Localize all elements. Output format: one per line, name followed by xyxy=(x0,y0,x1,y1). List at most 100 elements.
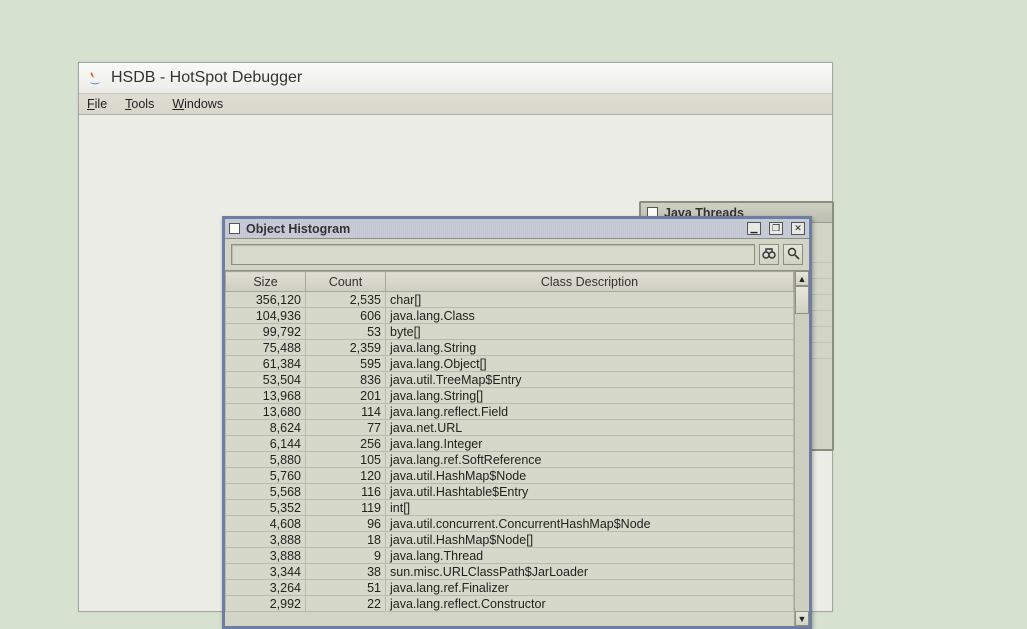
menubar: File Tools Windows xyxy=(79,93,832,115)
cell-count: 256 xyxy=(306,436,386,452)
table-row[interactable]: 13,680114java.lang.reflect.Field xyxy=(226,404,794,420)
cell-desc: java.lang.reflect.Field xyxy=(386,404,794,420)
cell-size: 3,888 xyxy=(226,548,306,564)
cell-desc: java.util.concurrent.ConcurrentHashMap$N… xyxy=(386,516,794,532)
cell-size: 13,968 xyxy=(226,388,306,404)
cell-count: 53 xyxy=(306,324,386,340)
cell-count: 105 xyxy=(306,452,386,468)
close-button[interactable]: ✕ xyxy=(791,222,805,235)
cell-count: 2,359 xyxy=(306,340,386,356)
search-bar xyxy=(225,239,809,270)
table-row[interactable]: 8,62477java.net.URL xyxy=(226,420,794,436)
cell-desc: java.lang.Integer xyxy=(386,436,794,452)
table-row[interactable]: 6,144256java.lang.Integer xyxy=(226,436,794,452)
cell-count: 606 xyxy=(306,308,386,324)
table-row[interactable]: 99,79253byte[] xyxy=(226,324,794,340)
cell-size: 53,504 xyxy=(226,372,306,388)
search-input[interactable] xyxy=(231,244,755,265)
cell-count: 595 xyxy=(306,356,386,372)
cell-count: 18 xyxy=(306,532,386,548)
cell-count: 96 xyxy=(306,516,386,532)
cell-count: 51 xyxy=(306,580,386,596)
column-desc[interactable]: Class Description xyxy=(386,272,794,292)
table-row[interactable]: 3,26451java.lang.ref.Finalizer xyxy=(226,580,794,596)
cell-desc: java.lang.reflect.Constructor xyxy=(386,596,794,612)
scroll-thumb[interactable] xyxy=(795,286,809,314)
table-row[interactable]: 5,760120java.util.HashMap$Node xyxy=(226,468,794,484)
cell-desc: java.util.HashMap$Node xyxy=(386,468,794,484)
table-row[interactable]: 104,936606java.lang.Class xyxy=(226,308,794,324)
column-count[interactable]: Count xyxy=(306,272,386,292)
cell-size: 2,992 xyxy=(226,596,306,612)
cell-count: 114 xyxy=(306,404,386,420)
scroll-down-button[interactable]: ▼ xyxy=(795,611,809,626)
table-row[interactable]: 75,4882,359java.lang.String xyxy=(226,340,794,356)
cell-size: 61,384 xyxy=(226,356,306,372)
cell-size: 3,344 xyxy=(226,564,306,580)
magnifier-icon xyxy=(787,247,800,263)
cell-count: 77 xyxy=(306,420,386,436)
cell-desc: java.util.TreeMap$Entry xyxy=(386,372,794,388)
table-row[interactable]: 4,60896java.util.concurrent.ConcurrentHa… xyxy=(226,516,794,532)
cell-desc: int[] xyxy=(386,500,794,516)
cell-size: 5,568 xyxy=(226,484,306,500)
table-row[interactable]: 13,968201java.lang.String[] xyxy=(226,388,794,404)
menu-tools[interactable]: Tools xyxy=(121,97,158,111)
cell-count: 22 xyxy=(306,596,386,612)
cell-size: 6,144 xyxy=(226,436,306,452)
find-button[interactable] xyxy=(759,244,779,265)
cell-desc: java.lang.Thread xyxy=(386,548,794,564)
cell-count: 38 xyxy=(306,564,386,580)
cell-desc: java.lang.String xyxy=(386,340,794,356)
maximize-button[interactable]: ❐ xyxy=(769,222,783,235)
cell-desc: java.net.URL xyxy=(386,420,794,436)
cell-size: 5,880 xyxy=(226,452,306,468)
table-row[interactable]: 5,568116java.util.Hashtable$Entry xyxy=(226,484,794,500)
cell-desc: byte[] xyxy=(386,324,794,340)
cell-count: 201 xyxy=(306,388,386,404)
table-row[interactable]: 5,352119int[] xyxy=(226,500,794,516)
cell-desc: java.lang.Class xyxy=(386,308,794,324)
cell-desc: char[] xyxy=(386,292,794,308)
cell-count: 119 xyxy=(306,500,386,516)
cell-size: 356,120 xyxy=(226,292,306,308)
menu-file[interactable]: File xyxy=(83,97,111,111)
table-row[interactable]: 356,1202,535char[] xyxy=(226,292,794,308)
cell-size: 5,760 xyxy=(226,468,306,484)
cell-size: 4,608 xyxy=(226,516,306,532)
table-row[interactable]: 53,504836java.util.TreeMap$Entry xyxy=(226,372,794,388)
vertical-scrollbar[interactable]: ▲ ▼ xyxy=(794,271,809,626)
cell-count: 9 xyxy=(306,548,386,564)
cell-desc: java.lang.ref.SoftReference xyxy=(386,452,794,468)
column-size[interactable]: Size xyxy=(226,272,306,292)
cell-size: 13,680 xyxy=(226,404,306,420)
java-icon xyxy=(87,70,103,86)
cell-desc: sun.misc.URLClassPath$JarLoader xyxy=(386,564,794,580)
table-row[interactable]: 3,8889java.lang.Thread xyxy=(226,548,794,564)
object-histogram-titlebar[interactable]: Object Histogram ▁ ❐ ✕ xyxy=(225,219,809,239)
titlebar[interactable]: HSDB - HotSpot Debugger xyxy=(79,63,832,93)
desktop-pane: Java Threads -Bre ner atcl ock Han Objec… xyxy=(79,115,832,611)
cell-desc: java.util.Hashtable$Entry xyxy=(386,484,794,500)
cell-count: 836 xyxy=(306,372,386,388)
window-title: HSDB - HotSpot Debugger xyxy=(111,69,302,87)
binoculars-icon xyxy=(762,247,776,263)
object-histogram-frame[interactable]: Object Histogram ▁ ❐ ✕ xyxy=(222,216,812,629)
table-row[interactable]: 61,384595java.lang.Object[] xyxy=(226,356,794,372)
cell-desc: java.util.HashMap$Node[] xyxy=(386,532,794,548)
table-row[interactable]: 3,34438sun.misc.URLClassPath$JarLoader xyxy=(226,564,794,580)
cell-size: 99,792 xyxy=(226,324,306,340)
scroll-up-button[interactable]: ▲ xyxy=(795,271,809,286)
inspect-button[interactable] xyxy=(783,244,803,265)
cell-count: 2,535 xyxy=(306,292,386,308)
cell-size: 3,264 xyxy=(226,580,306,596)
cell-desc: java.lang.ref.Finalizer xyxy=(386,580,794,596)
table-row[interactable]: 5,880105java.lang.ref.SoftReference xyxy=(226,452,794,468)
histogram-table-wrap: Size Count Class Description 356,1202,53… xyxy=(225,270,809,626)
cell-size: 3,888 xyxy=(226,532,306,548)
cell-count: 116 xyxy=(306,484,386,500)
table-row[interactable]: 2,99222java.lang.reflect.Constructor xyxy=(226,596,794,612)
table-row[interactable]: 3,88818java.util.HashMap$Node[] xyxy=(226,532,794,548)
minimize-button[interactable]: ▁ xyxy=(747,222,761,235)
menu-windows[interactable]: Windows xyxy=(168,97,227,111)
